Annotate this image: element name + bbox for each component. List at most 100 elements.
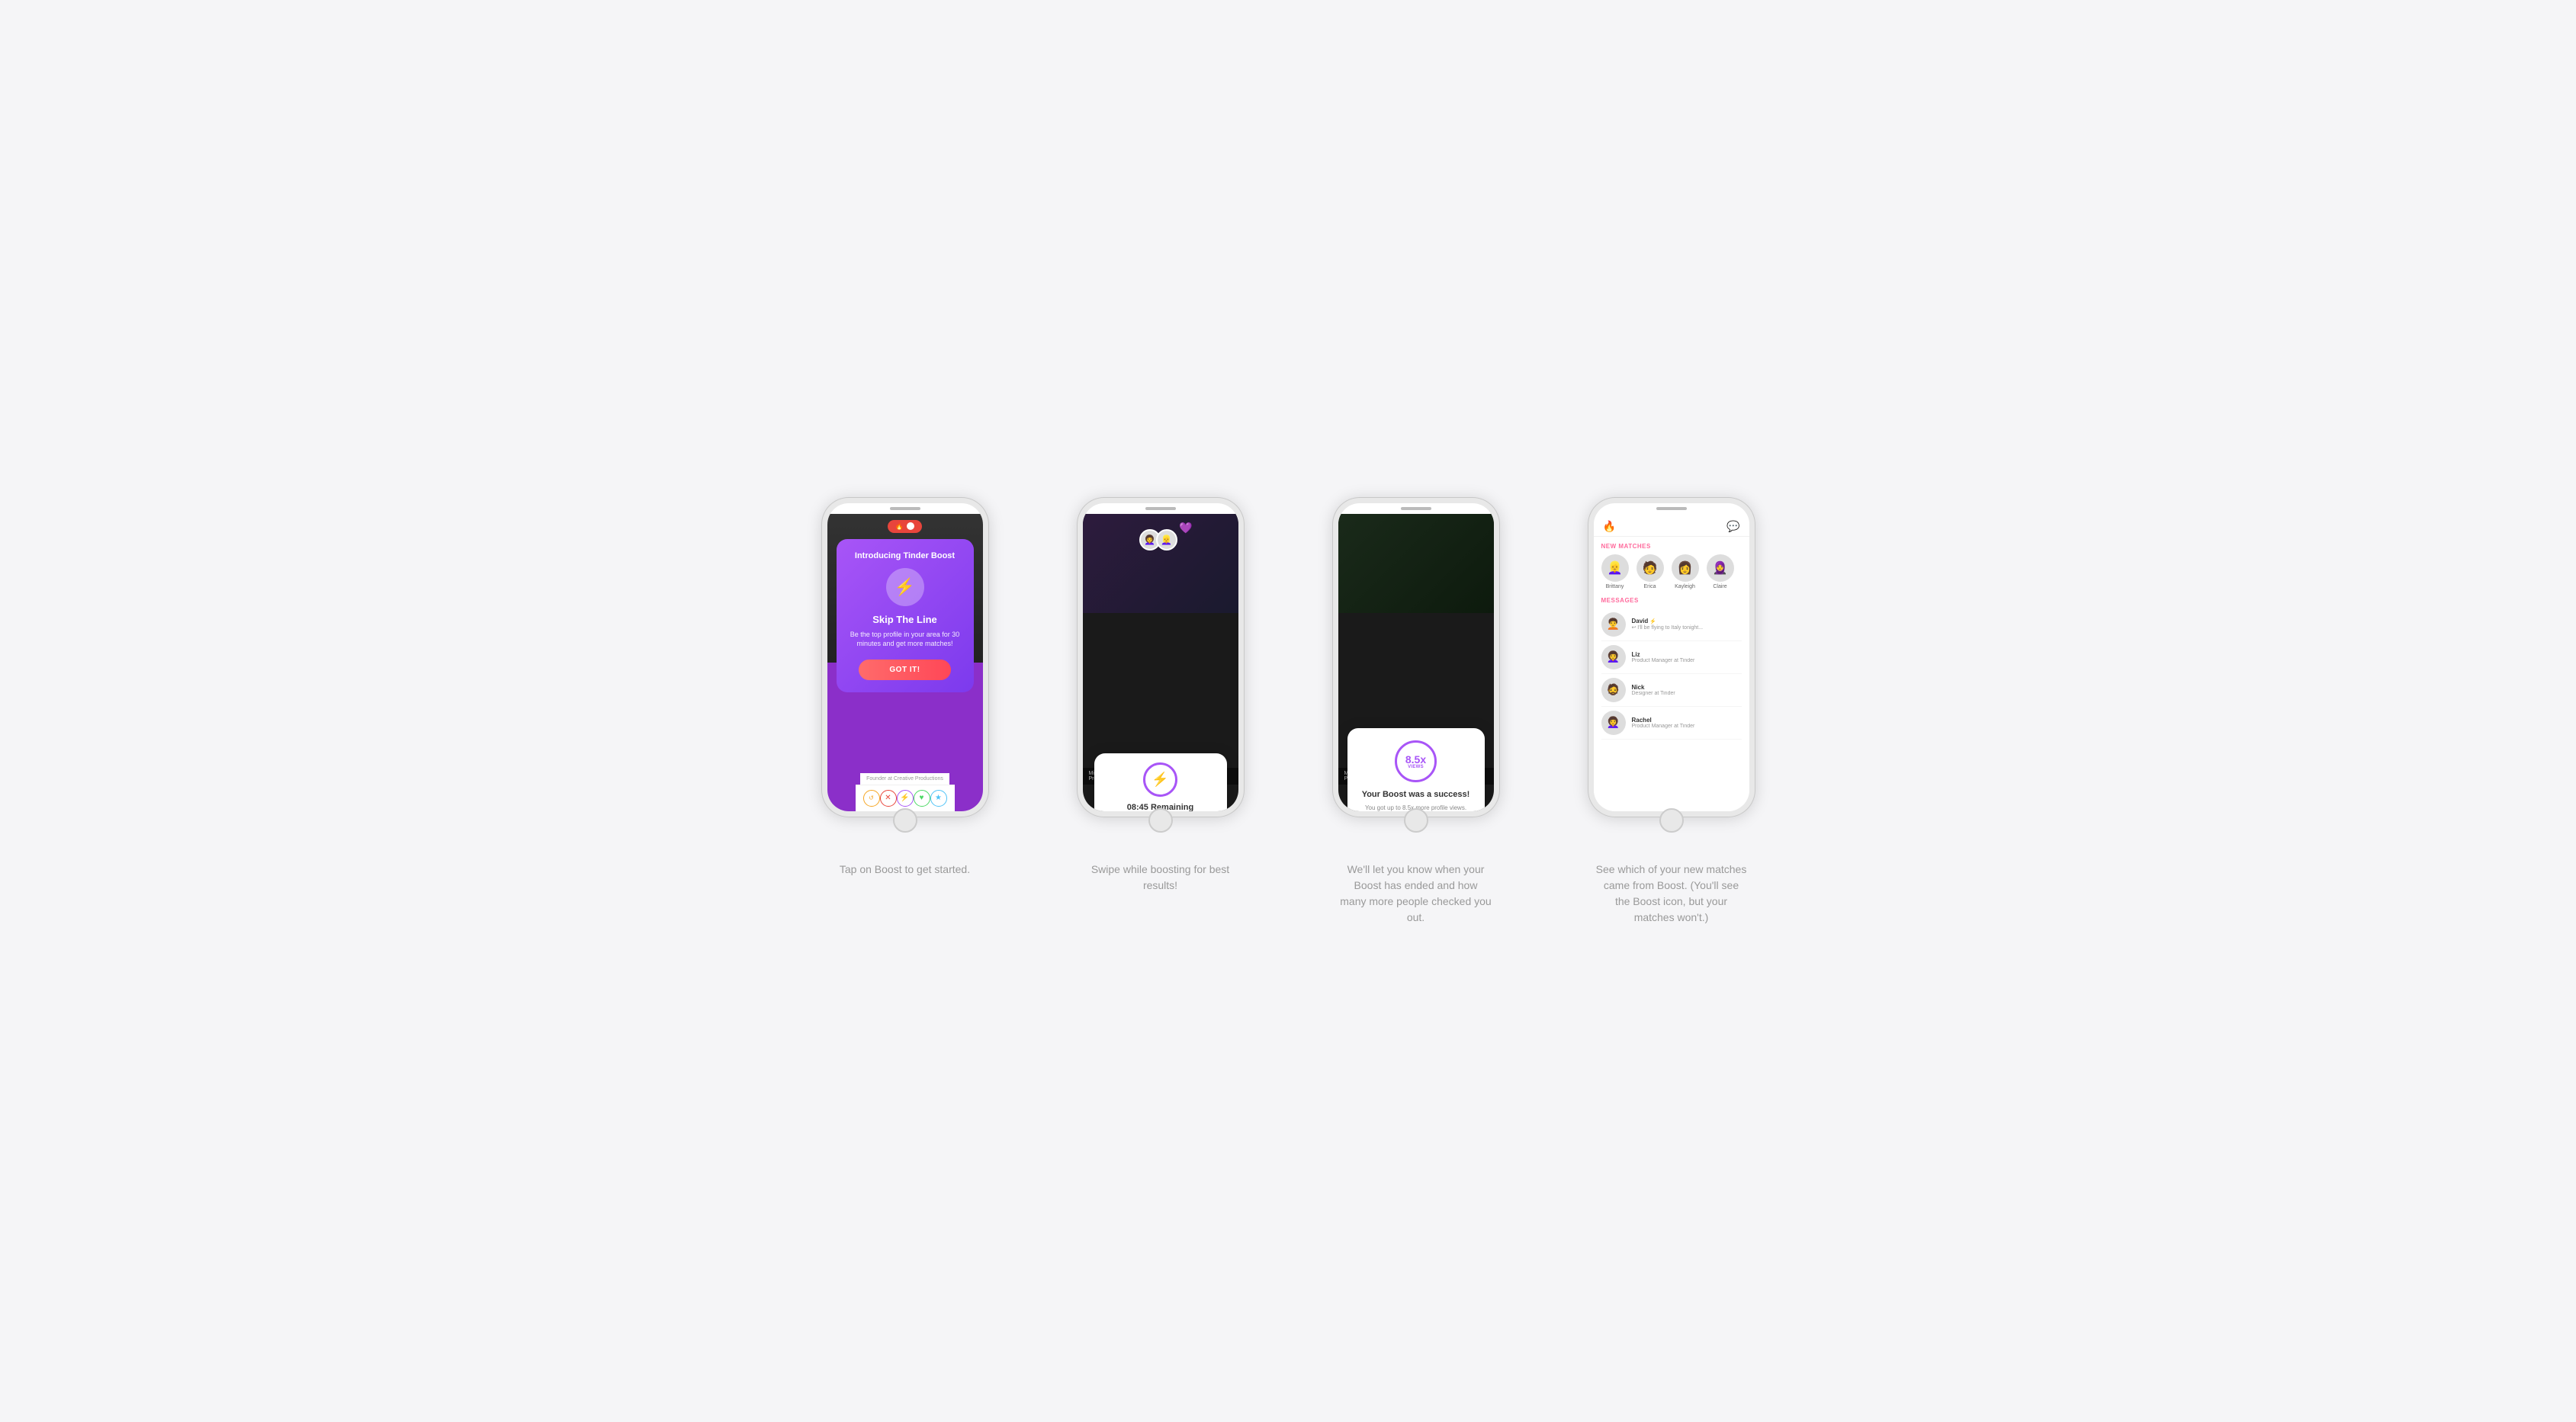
bolt-icon-2: ⚡ <box>1151 772 1168 788</box>
match-claire[interactable]: 🧕 Claire <box>1707 554 1734 589</box>
match-kayleigh[interactable]: 👩 Kayleigh <box>1672 554 1699 589</box>
got-it-button[interactable]: GOT IT! <box>859 660 950 680</box>
boost-card-title: Introducing Tinder Boost <box>855 551 955 560</box>
phone-content-2: 👩‍🦱 👱‍♀️ 💜 ⚡ 08:45 Remaining <box>1083 514 1238 811</box>
matches-screen: 🔥 💬 NEW MATCHES 👱‍♀️ Brittany <box>1594 514 1749 811</box>
matches-row: 👱‍♀️ Brittany 🧑 Erica 👩 <box>1601 554 1742 589</box>
caption-3: We'll let you know when your Boost has e… <box>1340 862 1492 926</box>
speaker-2 <box>1145 507 1176 510</box>
phone-section-3: 8.5x VIEWS Your Boost was a success! You… <box>1303 497 1528 926</box>
status-bar-4 <box>1594 503 1749 514</box>
phone-wrapper-3: 8.5x VIEWS Your Boost was a success! You… <box>1332 497 1500 839</box>
home-btn-2[interactable] <box>1148 808 1173 833</box>
profile-label-1: Founder at Creative Productions <box>866 776 943 782</box>
phone-section-4: 🔥 💬 NEW MATCHES 👱‍♀️ Brittany <box>1559 497 1784 926</box>
boost-intro-card: Introducing Tinder Boost ⚡ Skip The Line… <box>837 539 974 692</box>
liz-avatar: 👩‍🦱 <box>1601 645 1626 669</box>
home-btn-1[interactable] <box>893 808 917 833</box>
liz-preview: Product Manager at Tinder <box>1632 658 1742 663</box>
boost-success-card: 8.5x VIEWS Your Boost was a success! You… <box>1347 728 1485 811</box>
phone-inner-3: 8.5x VIEWS Your Boost was a success! You… <box>1338 503 1494 811</box>
tinder-flame-logo: 🔥 <box>1603 520 1616 533</box>
flame-icon-1: 🔥 <box>895 522 904 531</box>
nope-btn-1[interactable]: ✕ <box>880 790 897 807</box>
message-rachel[interactable]: 👩‍🦱 Rachel Product Manager at Tinder <box>1601 707 1742 740</box>
phone2-background: 👩‍🦱 👱‍♀️ 💜 ⚡ 08:45 Remaining <box>1083 514 1238 811</box>
speaker-1 <box>890 507 920 510</box>
status-bar-1 <box>827 503 983 514</box>
phone-inner-1: 🔥 Introducing Tinder Boost ⚡ Skip <box>827 503 983 811</box>
david-content: David ⚡ ↩ I'll be flying to Italy tonigh… <box>1632 618 1742 631</box>
messages-label: MESSAGES <box>1601 597 1742 604</box>
message-nick[interactable]: 🧔 Nick Designer at Tinder <box>1601 674 1742 707</box>
status-bar-3 <box>1338 503 1494 514</box>
phone1-nav: 🔥 <box>827 514 983 539</box>
page-container: 🔥 Introducing Tinder Boost ⚡ Skip <box>792 497 1784 926</box>
david-name: David ⚡ <box>1632 618 1742 624</box>
action-bar-1: ↺ ✕ ⚡ ♥ ★ <box>856 785 955 811</box>
message-liz[interactable]: 👩‍🦱 Liz Product Manager at Tinder <box>1601 641 1742 674</box>
caption-2: Swipe while boosting for best results! <box>1084 862 1237 894</box>
phone1-background: 🔥 Introducing Tinder Boost ⚡ Skip <box>827 514 983 811</box>
home-btn-3[interactable] <box>1404 808 1428 833</box>
like-btn-1[interactable]: ♥ <box>914 790 930 807</box>
timer-icon: ⚡ <box>1143 762 1177 797</box>
kayleigh-avatar: 👩 <box>1672 554 1699 582</box>
match-brittany[interactable]: 👱‍♀️ Brittany <box>1601 554 1629 589</box>
boost-btn-1[interactable]: ⚡ <box>897 790 914 807</box>
phone-frame-4: 🔥 💬 NEW MATCHES 👱‍♀️ Brittany <box>1588 497 1755 817</box>
views-label: VIEWS <box>1408 765 1424 769</box>
phone-wrapper-4: 🔥 💬 NEW MATCHES 👱‍♀️ Brittany <box>1588 497 1755 839</box>
liz-name: Liz <box>1632 651 1742 658</box>
phone1-profile-label: Founder at Creative Productions <box>860 773 949 785</box>
messages-section: MESSAGES 🧑‍🦱 David ⚡ <box>1594 592 1749 811</box>
speaker-4 <box>1656 507 1687 510</box>
phone-inner-2: 👩‍🦱 👱‍♀️ 💜 ⚡ 08:45 Remaining <box>1083 503 1238 811</box>
rachel-preview: Product Manager at Tinder <box>1632 724 1742 729</box>
rewind-btn-1[interactable]: ↺ <box>863 790 880 807</box>
david-preview: ↩ I'll be flying to Italy tonight... <box>1632 624 1742 631</box>
status-bar-2 <box>1083 503 1238 514</box>
boost-timer-card: ⚡ 08:45 Remaining You're being seen by m… <box>1094 753 1227 811</box>
tinder-toggle-1[interactable]: 🔥 <box>888 520 922 533</box>
bolt-icon: ⚡ <box>895 577 915 597</box>
claire-avatar: 🧕 <box>1707 554 1734 582</box>
heart-icon-2: 💜 <box>1179 522 1192 534</box>
phone-content-1: 🔥 Introducing Tinder Boost ⚡ Skip <box>827 514 983 811</box>
new-matches-section: NEW MATCHES 👱‍♀️ Brittany 🧑 Erica <box>1594 537 1749 592</box>
erica-avatar: 🧑 <box>1636 554 1664 582</box>
avatar-match: 👱‍♀️ <box>1156 529 1177 551</box>
rachel-content: Rachel Product Manager at Tinder <box>1632 717 1742 729</box>
success-title: Your Boost was a success! <box>1362 790 1470 799</box>
phone-frame-3: 8.5x VIEWS Your Boost was a success! You… <box>1332 497 1500 817</box>
phone-frame-2: 👩‍🦱 👱‍♀️ 💜 ⚡ 08:45 Remaining <box>1077 497 1245 817</box>
matches-header: 🔥 💬 <box>1594 514 1749 537</box>
dark-profile-bg-3 <box>1338 514 1494 613</box>
messages-icon: 💬 <box>1726 520 1739 533</box>
phone-wrapper-1: 🔥 Introducing Tinder Boost ⚡ Skip <box>821 497 989 839</box>
views-number: 8.5x <box>1405 754 1426 765</box>
nick-avatar: 🧔 <box>1601 678 1626 702</box>
brittany-avatar: 👱‍♀️ <box>1601 554 1629 582</box>
speaker-3 <box>1401 507 1431 510</box>
views-circle: 8.5x VIEWS <box>1395 740 1437 782</box>
phone-wrapper-2: 👩‍🦱 👱‍♀️ 💜 ⚡ 08:45 Remaining <box>1077 497 1245 839</box>
message-david[interactable]: 🧑‍🦱 David ⚡ ↩ I'll be flying to Italy to… <box>1601 608 1742 641</box>
new-matches-label: NEW MATCHES <box>1601 543 1742 550</box>
home-btn-4[interactable] <box>1659 808 1684 833</box>
match-erica[interactable]: 🧑 Erica <box>1636 554 1664 589</box>
profile-avatars-2: 👩‍🦱 👱‍♀️ <box>1144 529 1177 551</box>
liz-content: Liz Product Manager at Tinder <box>1632 651 1742 663</box>
super-like-btn-1[interactable]: ★ <box>930 790 947 807</box>
boost-heading: Skip The Line <box>872 614 937 625</box>
toggle-dot-1 <box>907 522 914 530</box>
caption-4: See which of your new matches came from … <box>1595 862 1748 926</box>
phone-content-3: 8.5x VIEWS Your Boost was a success! You… <box>1338 514 1494 811</box>
nick-preview: Designer at Tinder <box>1632 691 1742 696</box>
boost-desc: Be the top profile in your area for 30 m… <box>849 630 962 649</box>
boost-icon-circle: ⚡ <box>886 568 924 606</box>
phone3-background: 8.5x VIEWS Your Boost was a success! You… <box>1338 514 1494 811</box>
phone-frame-1: 🔥 Introducing Tinder Boost ⚡ Skip <box>821 497 989 817</box>
kayleigh-name: Kayleigh <box>1675 584 1695 589</box>
phone-section-2: 👩‍🦱 👱‍♀️ 💜 ⚡ 08:45 Remaining <box>1048 497 1273 894</box>
